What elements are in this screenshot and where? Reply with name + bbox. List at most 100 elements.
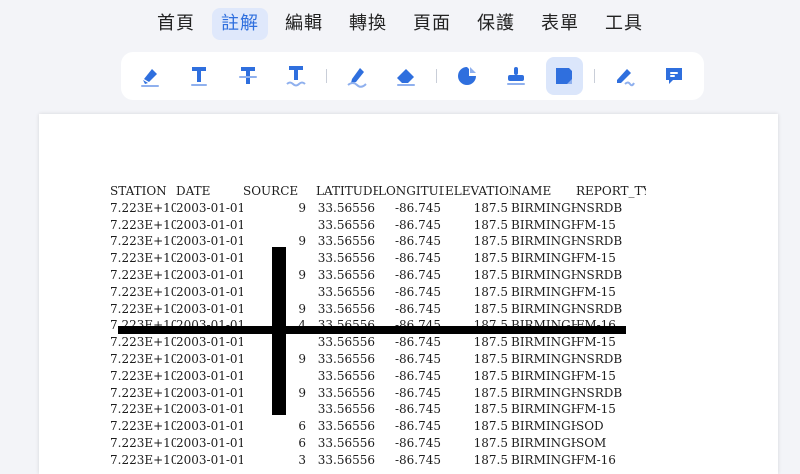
cell-station: 7.223E+10: [110, 335, 176, 350]
toolbar-divider: [435, 69, 437, 83]
cell-station: 7.223E+10: [110, 301, 176, 316]
cell-latitude: 33.56556: [317, 234, 375, 249]
cell-elevation: 187.5: [473, 284, 508, 299]
cell-elevation: 187.5: [473, 351, 508, 366]
cell-latitude: 33.56556: [317, 402, 375, 417]
annotation-toolbar: [121, 52, 704, 100]
cell-station: 7.223E+10: [110, 452, 176, 467]
shape-area-icon[interactable]: [545, 57, 584, 95]
cell-elevation: 187.5: [473, 335, 508, 350]
cell-longitude: -86.745: [394, 234, 441, 249]
cell-date: 2003-01-01C: [176, 284, 243, 299]
cell-longitude: -86.745: [394, 200, 441, 215]
cell-name: BIRMINGHAM: [511, 402, 577, 417]
cell-latitude: 33.56556: [317, 335, 375, 350]
toolbar-divider: [594, 69, 596, 83]
comment-icon[interactable]: [655, 57, 693, 95]
cell-source: 6: [298, 419, 306, 434]
tab-annotate[interactable]: 註解: [212, 8, 268, 40]
cell-station: 7.223E+10: [110, 385, 176, 400]
cell-latitude: 33.56556: [317, 267, 375, 282]
cell-latitude: 33.56556: [317, 200, 375, 215]
cell-date: 2003-01-01C: [176, 335, 243, 350]
toolbar-divider: [326, 69, 328, 83]
tab-home[interactable]: 首頁: [148, 8, 204, 40]
header-source: SOURCE: [243, 184, 299, 198]
header-station: STATION: [110, 184, 167, 198]
cell-date: 2003-01-01: [176, 301, 243, 316]
cell-name: BIRMINGHAM: [511, 335, 577, 350]
cell-elevation: 187.5: [473, 419, 508, 434]
cell-date: 2003-01-01: [176, 452, 243, 467]
cell-report-type: NSRDB: [576, 385, 623, 400]
cell-latitude: 33.56556: [317, 301, 375, 316]
cell-report-type: NSRDB: [576, 200, 623, 215]
cell-longitude: -86.745: [394, 435, 441, 450]
cell-latitude: 33.56556: [317, 452, 375, 467]
cell-report-type: FM-16: [576, 452, 616, 467]
cell-report-type: NSRDB: [576, 234, 623, 249]
cell-station: 7.223E+10: [110, 267, 176, 282]
cell-name: BIRMINGHAM: [511, 351, 577, 366]
cell-source: 6: [298, 435, 306, 450]
cell-name: BIRMINGHAM: [511, 368, 577, 383]
cell-name: BIRMINGHAM: [511, 452, 577, 467]
cell-longitude: -86.745: [394, 351, 441, 366]
cell-elevation: 187.5: [473, 368, 508, 383]
text-strikethrough-icon[interactable]: [229, 57, 267, 95]
stamp-icon[interactable]: [497, 57, 535, 95]
cell-date: 2003-01-01: [176, 200, 243, 215]
pen-draw-icon[interactable]: [338, 57, 376, 95]
cell-report-type: SOD: [576, 419, 604, 434]
cell-date: 2003-01-01: [176, 419, 243, 434]
cell-date: 2003-01-01: [176, 234, 243, 249]
tab-protect[interactable]: 保護: [468, 8, 524, 40]
cell-name: BIRMINGHAM: [511, 301, 577, 316]
highlighter-icon[interactable]: [131, 57, 169, 95]
cell-name: BIRMINGHAM: [511, 234, 577, 249]
cell-station: 7.223E+10: [110, 435, 176, 450]
cell-name: BIRMINGHAM: [511, 419, 577, 434]
cell-longitude: -86.745: [394, 368, 441, 383]
cell-latitude: 33.56556: [317, 435, 375, 450]
cell-station: 7.223E+10: [110, 200, 176, 215]
text-squiggly-icon[interactable]: [277, 57, 315, 95]
cell-station: 7.223E+10: [110, 234, 176, 249]
cell-latitude: 33.56556: [317, 284, 375, 299]
cell-date: 2003-01-01: [176, 385, 243, 400]
tab-form[interactable]: 表單: [532, 8, 588, 40]
cell-latitude: 33.56556: [317, 251, 375, 266]
sticky-note-icon[interactable]: [448, 57, 486, 95]
header-report-type: REPORT_TYI: [576, 184, 646, 198]
cell-date: 2003-01-01C: [176, 402, 243, 417]
cell-elevation: 187.5: [473, 435, 508, 450]
signature-icon[interactable]: [606, 57, 644, 95]
cell-station: 7.223E+10: [110, 251, 176, 266]
cell-date: 2003-01-01C: [176, 217, 243, 232]
tab-convert[interactable]: 轉換: [340, 8, 396, 40]
cell-name: BIRMINGHAM: [511, 267, 577, 282]
tab-tools[interactable]: 工具: [596, 8, 652, 40]
cell-station: 7.223E+10: [110, 419, 176, 434]
drawn-horizontal-stroke[interactable]: [118, 326, 626, 334]
cell-elevation: 187.5: [473, 402, 508, 417]
header-name: NAME: [511, 184, 552, 198]
header-longitude: LONGITUDE: [378, 184, 444, 198]
cell-name: BIRMINGHAM: [511, 385, 577, 400]
tab-page[interactable]: 頁面: [404, 8, 460, 40]
cell-longitude: -86.745: [394, 452, 441, 467]
cell-name: BIRMINGHAM: [511, 217, 577, 232]
cell-report-type: FM-15: [576, 217, 616, 232]
cell-elevation: 187.5: [473, 452, 508, 467]
cell-elevation: 187.5: [473, 267, 508, 282]
cell-date: 2003-01-01C: [176, 368, 243, 383]
header-date: DATE: [176, 184, 211, 198]
text-underline-icon[interactable]: [180, 57, 218, 95]
tab-edit[interactable]: 編輯: [276, 8, 332, 40]
cell-report-type: FM-15: [576, 368, 616, 383]
cell-station: 7.223E+10: [110, 402, 176, 417]
document-page[interactable]: STATION DATE SOURCE LATITUDE LONGITUDE E…: [39, 114, 778, 474]
eraser-icon[interactable]: [387, 57, 425, 95]
cell-report-type: FM-15: [576, 335, 616, 350]
cell-elevation: 187.5: [473, 217, 508, 232]
